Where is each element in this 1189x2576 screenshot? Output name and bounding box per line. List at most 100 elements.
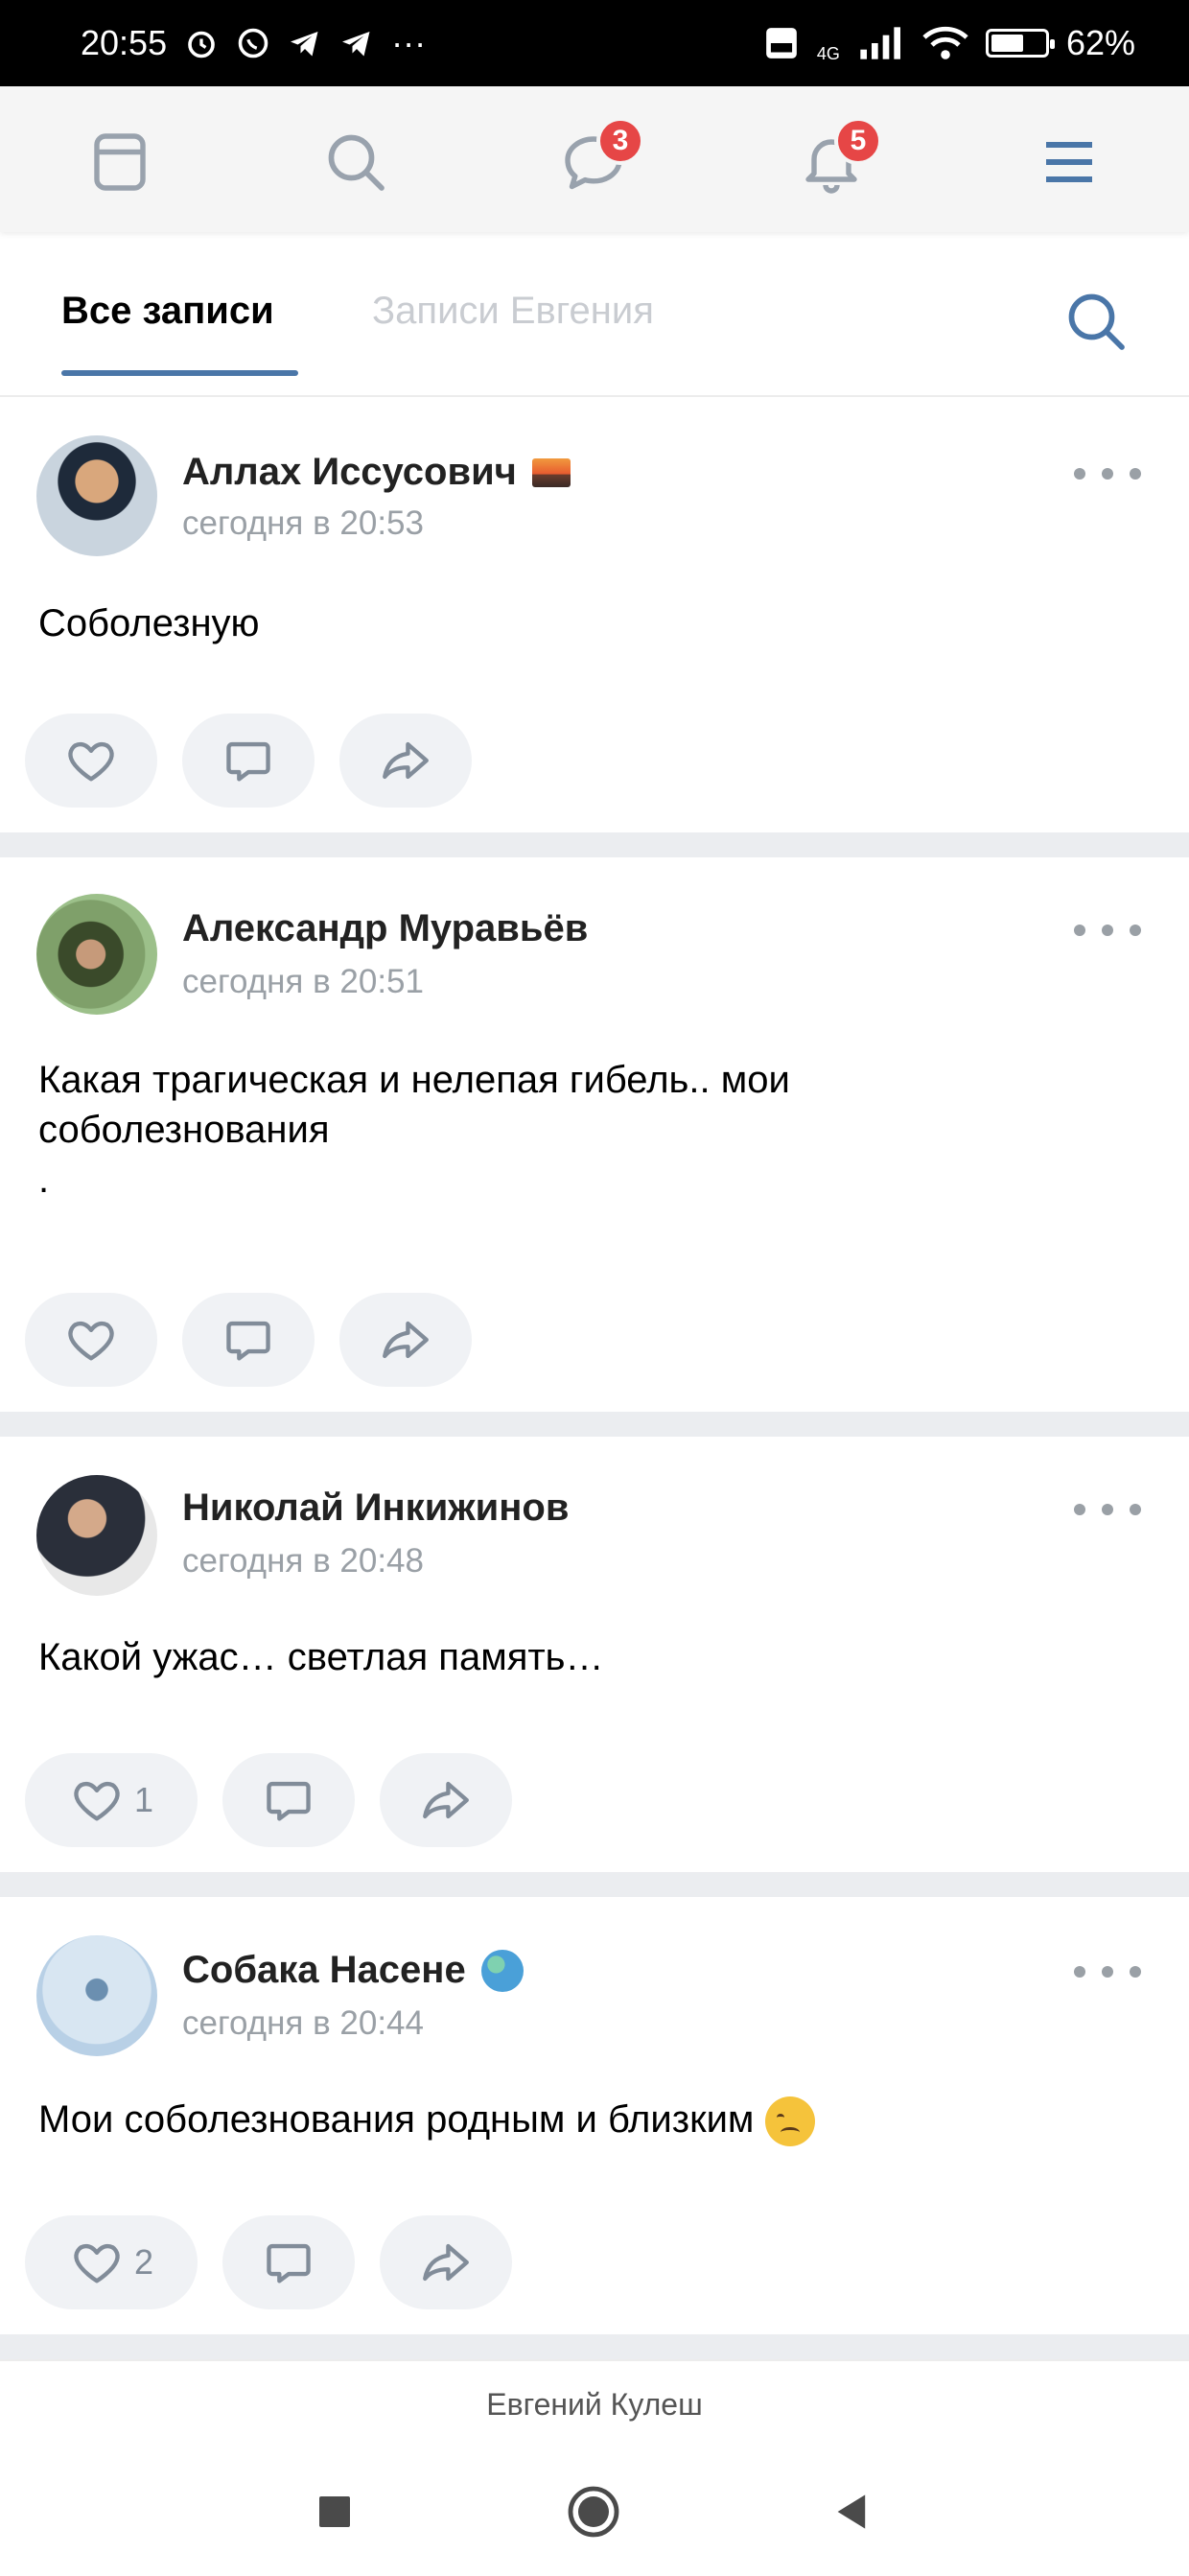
share-arrow-icon xyxy=(423,1781,469,1819)
battery-icon xyxy=(985,29,1055,58)
volte-icon xyxy=(763,25,800,61)
post-separator xyxy=(0,1872,1189,1897)
globe-emoji-icon xyxy=(480,1949,524,1992)
heart-icon xyxy=(74,2243,120,2283)
post-separator xyxy=(0,2334,1189,2359)
alarm-icon xyxy=(184,26,219,60)
top-navigation: 3 5 xyxy=(0,86,1189,232)
author-name: Николай Инкижинов xyxy=(182,1487,570,1529)
system-navigation-bar xyxy=(0,2446,1189,2576)
search-icon xyxy=(1068,293,1125,350)
wifi-icon xyxy=(922,25,968,61)
like-button[interactable] xyxy=(25,714,157,808)
share-arrow-icon xyxy=(383,1321,429,1359)
more-options-button[interactable] xyxy=(1074,1490,1141,1529)
battery-fill xyxy=(991,35,1023,52)
post-time: сегодня в 20:53 xyxy=(182,504,424,542)
comment-icon xyxy=(226,741,270,782)
post-text: Какая трагическая и нелепая гибель.. мои… xyxy=(38,1059,790,1201)
back-button[interactable] xyxy=(821,2480,884,2543)
wall-tabs: Все записи Записи Евгения xyxy=(0,251,1189,397)
messages-badge: 3 xyxy=(596,117,644,165)
nav-messages-button[interactable]: 3 xyxy=(541,109,646,215)
post-author[interactable]: Аллах Иссусович xyxy=(182,451,571,494)
share-arrow-icon xyxy=(383,741,429,780)
tab-active-indicator xyxy=(61,370,298,376)
nav-notifications-button[interactable]: 5 xyxy=(779,109,884,215)
post-card: Собака Насене сегодня в 20:44 Мои соболе… xyxy=(0,1897,1189,2334)
battery-percent: 62% xyxy=(1065,23,1135,62)
comment-button[interactable] xyxy=(182,714,315,808)
like-button[interactable]: 1 xyxy=(25,1753,198,1847)
like-count: 2 xyxy=(133,2242,154,2282)
heart-icon xyxy=(68,1321,114,1361)
telegram-icon-2 xyxy=(339,26,374,60)
post-text: Мои соболезнования родным и близким xyxy=(38,2098,755,2141)
back-triangle-icon xyxy=(837,2494,866,2529)
post-author[interactable]: Николай Инкижинов xyxy=(182,1487,569,1530)
share-arrow-icon xyxy=(423,2243,469,2282)
author-name: Аллах Иссусович xyxy=(182,451,517,493)
share-button[interactable] xyxy=(380,1753,512,1847)
avatar[interactable] xyxy=(36,894,157,1015)
like-button[interactable]: 2 xyxy=(25,2215,198,2309)
comment-button[interactable] xyxy=(182,1293,315,1387)
post-separator xyxy=(0,1412,1189,1437)
wall-search-button[interactable] xyxy=(1053,278,1139,364)
nav-search-button[interactable] xyxy=(303,109,408,215)
network-type: 4G xyxy=(816,43,840,63)
post-card: Николай Инкижинов сегодня в 20:48 Какой … xyxy=(0,1437,1189,1872)
author-name: Александр Муравьёв xyxy=(182,907,589,949)
tab-all-posts[interactable]: Все записи xyxy=(61,290,274,333)
comment-icon xyxy=(267,2243,311,2283)
post-text: Какой ужас… светлая память… xyxy=(38,1636,604,1678)
avatar[interactable] xyxy=(36,1475,157,1596)
share-button[interactable] xyxy=(339,1293,472,1387)
post-time: сегодня в 20:51 xyxy=(182,963,424,1000)
more-options-button[interactable] xyxy=(1074,455,1141,493)
nav-feed-button[interactable] xyxy=(67,109,173,215)
post-author[interactable]: Собака Насене xyxy=(182,1949,524,1992)
tab-owner-posts[interactable]: Записи Евгения xyxy=(372,290,654,333)
post-card: Аллах Иссусович сегодня в 20:53 Соболезн… xyxy=(0,397,1189,832)
heart-icon xyxy=(74,1781,120,1821)
nav-menu-button[interactable] xyxy=(1016,109,1122,215)
more-options-button[interactable] xyxy=(1074,911,1141,949)
share-button[interactable] xyxy=(380,2215,512,2309)
comment-button[interactable] xyxy=(222,1753,355,1847)
signal-icon xyxy=(857,26,905,60)
comment-icon xyxy=(226,1321,270,1361)
whatsapp-icon xyxy=(236,26,270,60)
comment-button[interactable] xyxy=(222,2215,355,2309)
post-separator xyxy=(0,832,1189,857)
heart-icon xyxy=(68,741,114,782)
avatar[interactable] xyxy=(36,1935,157,2056)
post-time: сегодня в 20:44 xyxy=(182,2004,424,2042)
post-author[interactable]: Александр Муравьёв xyxy=(182,907,588,950)
post-card: Александр Муравьёв сегодня в 20:51 Какая… xyxy=(0,857,1189,1412)
circle-home-icon xyxy=(568,2486,619,2538)
search-icon xyxy=(328,134,385,191)
author-name: Собака Насене xyxy=(182,1949,466,1991)
notifications-badge: 5 xyxy=(834,117,882,165)
post-text-line: Мои соболезнования родным и близким xyxy=(38,2095,1141,2147)
avatar[interactable] xyxy=(36,435,157,556)
square-icon xyxy=(319,2496,350,2527)
telegram-icon xyxy=(288,26,322,60)
share-button[interactable] xyxy=(339,714,472,808)
feed-icon xyxy=(94,133,146,191)
more-options-button[interactable] xyxy=(1074,1953,1141,1991)
status-bar: 20:55 ··· 4G 62% xyxy=(0,0,1189,86)
sunset-emoji-icon xyxy=(531,457,571,487)
like-button[interactable] xyxy=(25,1293,157,1387)
hamburger-menu-icon xyxy=(1046,142,1092,182)
status-more: ··· xyxy=(391,23,427,62)
like-count: 1 xyxy=(133,1780,154,1819)
post-time: сегодня в 20:48 xyxy=(182,1542,424,1580)
sad-face-emoji-icon xyxy=(764,2096,815,2147)
footer-caption: Евгений Кулеш xyxy=(0,2359,1189,2446)
post-text: Соболезную xyxy=(38,602,260,644)
home-button[interactable] xyxy=(562,2480,625,2543)
recent-apps-button[interactable] xyxy=(303,2480,366,2543)
status-time: 20:55 xyxy=(81,23,168,62)
